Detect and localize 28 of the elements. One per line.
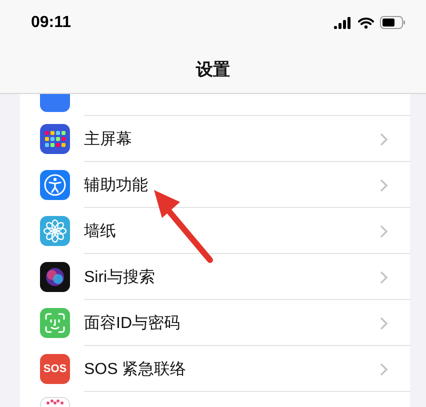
row-label: 主屏幕 (84, 130, 133, 150)
chevron-icon (380, 362, 388, 376)
signal-icon (334, 16, 352, 28)
settings-row[interactable]: SOS SOS 紧急联络 (20, 346, 410, 392)
flower-icon (40, 216, 70, 246)
sos-icon: SOS (40, 354, 70, 384)
home-screen-icon (40, 124, 70, 154)
row-label: 面容ID与密码 (84, 314, 181, 334)
siri-icon (40, 262, 70, 292)
chevron-icon (380, 178, 388, 192)
settings-row[interactable]: 墙纸 (20, 208, 410, 254)
settings-row[interactable]: 主屏幕 (20, 116, 410, 162)
face-id-icon (40, 308, 70, 338)
row-label: 墙纸 (84, 222, 117, 242)
page-title: 设置 (196, 58, 230, 80)
status-time: 09:11 (31, 14, 72, 32)
chevron-icon (380, 132, 388, 146)
row-label: SOS 紧急联络 (84, 360, 188, 380)
wifi-icon (358, 16, 374, 28)
accessibility-icon (40, 170, 70, 200)
battery-icon (380, 16, 406, 29)
chevron-icon (380, 270, 388, 284)
row-label: 辅助功能 (84, 176, 149, 196)
settings-row[interactable]: Siri与搜索 (20, 254, 410, 300)
chevron-icon (380, 224, 388, 238)
settings-row[interactable]: 面容ID与密码 (20, 300, 410, 346)
chevron-icon (380, 316, 388, 330)
row-label: Siri与搜索 (84, 268, 156, 288)
